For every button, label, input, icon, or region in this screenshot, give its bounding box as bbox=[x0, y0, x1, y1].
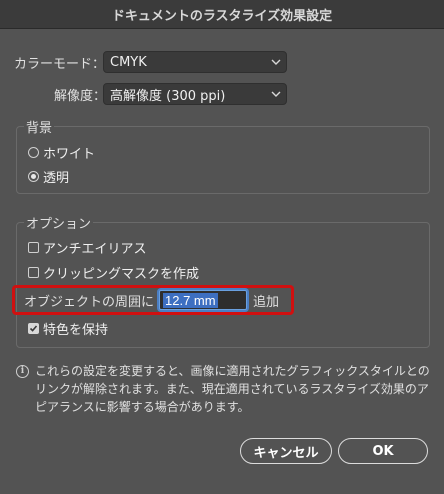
chevron-down-icon bbox=[266, 91, 286, 97]
clipping-mask-checkbox[interactable]: クリッピングマスクを作成 bbox=[28, 263, 199, 282]
background-white-label: ホワイト bbox=[43, 147, 96, 162]
checkbox-icon bbox=[28, 267, 39, 278]
antialias-checkbox[interactable]: アンチエイリアス bbox=[28, 238, 146, 257]
background-transparent-label: 透明 bbox=[43, 171, 70, 186]
options-title: オプション bbox=[24, 213, 94, 232]
checkbox-checked-icon bbox=[28, 323, 39, 334]
checkbox-icon bbox=[28, 242, 39, 253]
color-mode-select[interactable]: CMYK bbox=[103, 51, 287, 73]
radio-icon bbox=[28, 147, 39, 158]
background-transparent-radio[interactable]: 透明 bbox=[28, 167, 69, 186]
radio-selected-icon bbox=[28, 171, 39, 182]
info-icon: i bbox=[16, 365, 29, 378]
surround-label: オブジェクトの周囲に bbox=[24, 295, 155, 310]
background-white-radio[interactable]: ホワイト bbox=[28, 143, 95, 162]
antialias-label: アンチエイリアス bbox=[43, 242, 147, 257]
color-mode-label: カラーモード： bbox=[14, 57, 106, 72]
resolution-value: 高解像度 (300 ppi) bbox=[110, 88, 226, 104]
rasterize-effects-dialog: ドキュメントのラスタライズ効果設定 カラーモード： CMYK 解像度： 高解像度… bbox=[0, 0, 444, 494]
color-mode-value: CMYK bbox=[110, 54, 147, 70]
chevron-down-icon bbox=[266, 59, 286, 65]
clipping-mask-label: クリッピングマスクを作成 bbox=[43, 267, 200, 282]
background-title: 背景 bbox=[24, 117, 55, 136]
resolution-label: 解像度： bbox=[54, 89, 107, 104]
surround-suffix: 追加 bbox=[253, 295, 280, 310]
ok-button[interactable]: OK bbox=[338, 438, 428, 464]
info-note: i これらの設定を変更すると、画像に適用されたグラフィックスタイルとのリンクが解… bbox=[16, 362, 430, 416]
cancel-button[interactable]: キャンセル bbox=[240, 438, 332, 464]
resolution-select[interactable]: 高解像度 (300 ppi) bbox=[103, 83, 287, 105]
surround-input[interactable]: 12.7 mm bbox=[159, 290, 247, 310]
preserve-spot-checkbox[interactable]: 特色を保持 bbox=[28, 319, 108, 338]
surround-value: 12.7 mm bbox=[163, 292, 218, 308]
preserve-spot-label: 特色を保持 bbox=[43, 323, 109, 338]
window-title: ドキュメントのラスタライズ効果設定 bbox=[0, 0, 444, 29]
info-note-text: これらの設定を変更すると、画像に適用されたグラフィックスタイルとのリンクが解除さ… bbox=[35, 364, 430, 414]
